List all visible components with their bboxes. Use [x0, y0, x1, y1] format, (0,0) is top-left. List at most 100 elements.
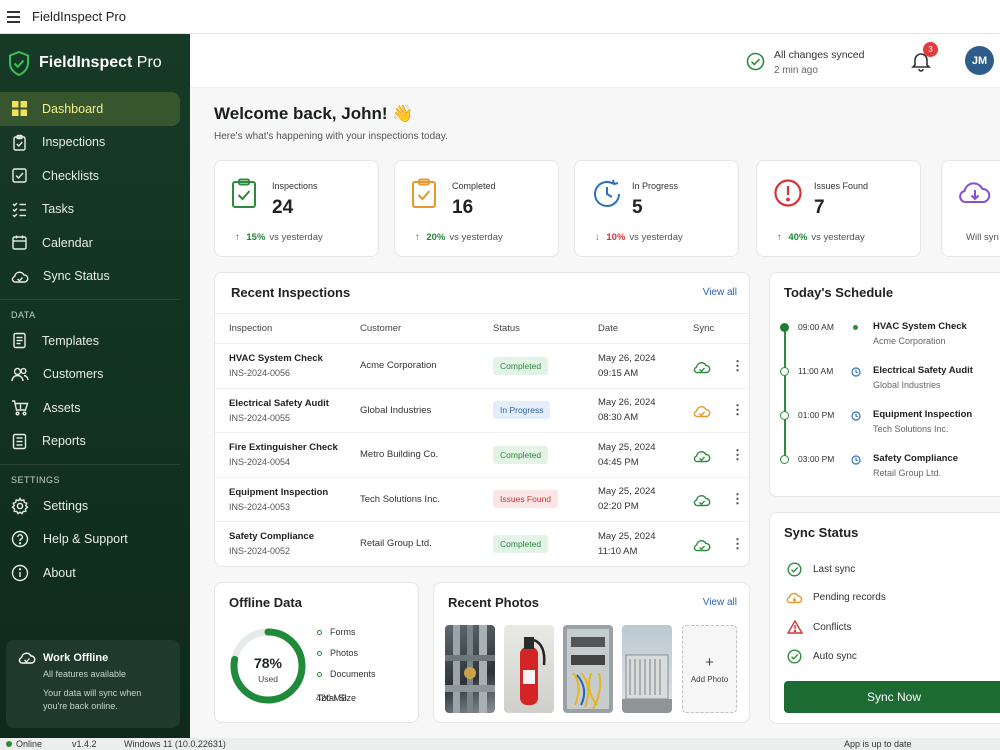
clipboard-check-icon	[411, 178, 437, 213]
cloud-icon	[786, 591, 803, 604]
more-options-icon[interactable]: ⋮	[731, 447, 744, 462]
hamburger-menu-icon[interactable]	[5, 7, 29, 27]
column-header[interactable]: Status	[479, 313, 584, 344]
sidebar-item-customers[interactable]: Customers	[0, 358, 180, 392]
schedule-item[interactable]: 03:00 PM Safety Compliance Retail Group …	[770, 449, 1000, 489]
legend-dot	[317, 671, 322, 677]
sidebar-item-sync-status[interactable]: Sync Status	[0, 260, 180, 294]
brand-name: FieldInspect Pro	[39, 54, 162, 71]
schedule-time: 01:00 PM	[798, 410, 835, 420]
photo-electrical-panel[interactable]	[563, 625, 613, 713]
sync-now-button[interactable]: Sync Now	[784, 681, 1000, 713]
sidebar-item-help-support[interactable]: Help & Support	[0, 523, 180, 557]
stat-label: Completed	[452, 181, 496, 191]
schedule-time: 03:00 PM	[798, 454, 835, 464]
section-label-data: DATA	[11, 310, 36, 320]
sidebar-item-label: Reports	[42, 434, 86, 449]
add-photo-button[interactable]: + Add Photo	[682, 625, 737, 713]
sync-title: All changes synced	[774, 49, 865, 61]
photo-pipes[interactable]	[445, 625, 495, 713]
sidebar-item-inspections[interactable]: Inspections	[0, 126, 180, 160]
sync-cell: ⋮	[679, 477, 749, 522]
column-header[interactable]: Sync	[679, 313, 749, 344]
photo-fire-extinguisher[interactable]	[504, 625, 554, 713]
column-header[interactable]: Inspection	[215, 313, 346, 344]
more-options-icon[interactable]: ⋮	[731, 358, 744, 373]
legend-dot	[317, 650, 322, 656]
schedule-item[interactable]: 01:00 PM Equipment Inspection Tech Solut…	[770, 405, 1000, 445]
offline-title: Work Offline	[43, 652, 109, 664]
recent-view-all-link[interactable]: View all	[703, 287, 737, 298]
sidebar-item-templates[interactable]: Templates	[0, 324, 180, 358]
top-bar: All changes synced 2 min ago 3 JM	[190, 34, 1000, 88]
sidebar-item-label: Tasks	[42, 202, 74, 217]
stat-value: 7	[814, 197, 825, 218]
stat-card-inspections[interactable]: Inspections 24 ↑ 15% vs yesterday	[214, 160, 379, 257]
notification-badge: 3	[923, 42, 938, 57]
stat-label: Inspections	[272, 181, 318, 191]
more-options-icon[interactable]: ⋮	[731, 491, 744, 506]
check-circle-icon	[786, 649, 803, 664]
main-content: All changes synced 2 min ago 3 JM Welcome…	[190, 34, 1000, 738]
inspection-cell: HVAC System Check INS-2024-0056	[215, 343, 346, 389]
table-row[interactable]: Equipment Inspection INS-2024-0053 Tech S…	[215, 477, 749, 522]
sidebar-item-settings[interactable]: Settings	[0, 489, 180, 523]
status-badge: Completed	[493, 445, 549, 464]
stat-card-completed[interactable]: Completed 16 ↑ 20% vs yesterday	[394, 160, 559, 257]
inspection-id: INS-2024-0052	[229, 546, 291, 557]
timeline-dot	[780, 367, 789, 376]
date-cell: May 26, 2024 09:15 AM	[584, 343, 679, 389]
users-icon	[11, 366, 29, 383]
plus-icon: +	[705, 654, 714, 671]
sidebar-item-calendar[interactable]: Calendar	[0, 226, 180, 260]
customer-cell: Retail Group Ltd.	[346, 521, 479, 566]
table-row[interactable]: Fire Extinguisher Check INS-2024-0054 Met…	[215, 432, 749, 478]
sidebar-item-tasks[interactable]: Tasks	[0, 193, 180, 227]
inspection-name: Equipment Inspection	[229, 486, 329, 498]
status-cell: Completed	[479, 343, 584, 389]
table-row[interactable]: HVAC System Check INS-2024-0056 Acme Corp…	[215, 343, 749, 389]
column-header[interactable]: Date	[584, 313, 679, 344]
sidebar-item-about[interactable]: About	[0, 556, 180, 590]
sidebar-item-checklists[interactable]: Checklists	[0, 159, 180, 193]
more-options-icon[interactable]: ⋮	[731, 536, 744, 551]
sidebar-item-label: Customers	[43, 367, 104, 382]
cloud-pending-icon	[693, 404, 711, 418]
inspection-cell: Safety Compliance INS-2024-0052	[215, 521, 346, 566]
inspection-name: Fire Extinguisher Check	[229, 442, 338, 454]
report-icon	[11, 433, 28, 450]
table-row[interactable]: Safety Compliance INS-2024-0052 Retail Gr…	[215, 521, 749, 566]
sidebar-item-label: Calendar	[42, 235, 93, 250]
page-title: Welcome back, John! 👋	[214, 104, 414, 123]
date-cell: May 25, 2024 04:45 PM	[584, 432, 679, 478]
more-options-icon[interactable]: ⋮	[731, 402, 744, 417]
sidebar-item-dashboard[interactable]: Dashboard	[0, 92, 180, 126]
schedule-item[interactable]: 09:00 AM HVAC System Check Acme Corporat…	[770, 317, 1000, 357]
inspection-name: HVAC System Check	[229, 353, 323, 365]
alert-circle-icon	[773, 178, 803, 213]
cart-icon	[11, 399, 29, 416]
sync-status-label: Pending records	[813, 592, 886, 603]
schedule-item[interactable]: 11:00 AM Electrical Safety Audit Global …	[770, 361, 1000, 401]
stat-card-issues-found[interactable]: Issues Found 7 ↑ 40% vs yesterday	[756, 160, 921, 257]
arrow-up-icon: ↑	[415, 232, 420, 243]
arrow-up-icon: ↑	[235, 232, 240, 243]
sync-cell: ⋮	[679, 521, 749, 566]
photo-hvac-unit[interactable]	[622, 625, 672, 713]
help-icon	[11, 530, 29, 548]
stat-card-in-progress[interactable]: In Progress 5 ↓ 10% vs yesterday	[574, 160, 739, 257]
sidebar-item-assets[interactable]: Assets	[0, 391, 180, 425]
storage-used-label: Used	[258, 674, 278, 684]
avatar[interactable]: JM	[965, 46, 994, 75]
checklist-icon	[11, 167, 28, 184]
stat-card-sync[interactable]: Will syn	[941, 160, 1000, 257]
column-header[interactable]: Customer	[346, 313, 479, 344]
table-row[interactable]: Electrical Safety Audit INS-2024-0055 Glo…	[215, 388, 749, 433]
cloud-download-icon	[958, 178, 992, 211]
photos-view-all-link[interactable]: View all	[703, 597, 737, 608]
sidebar-item-reports[interactable]: Reports	[0, 425, 180, 459]
date-cell: May 25, 2024 02:20 PM	[584, 477, 679, 522]
sync-indicator[interactable]: All changes synced 2 min ago	[746, 48, 864, 78]
inspection-cell: Equipment Inspection INS-2024-0053	[215, 477, 346, 522]
update-status: App is up to date	[844, 739, 912, 749]
